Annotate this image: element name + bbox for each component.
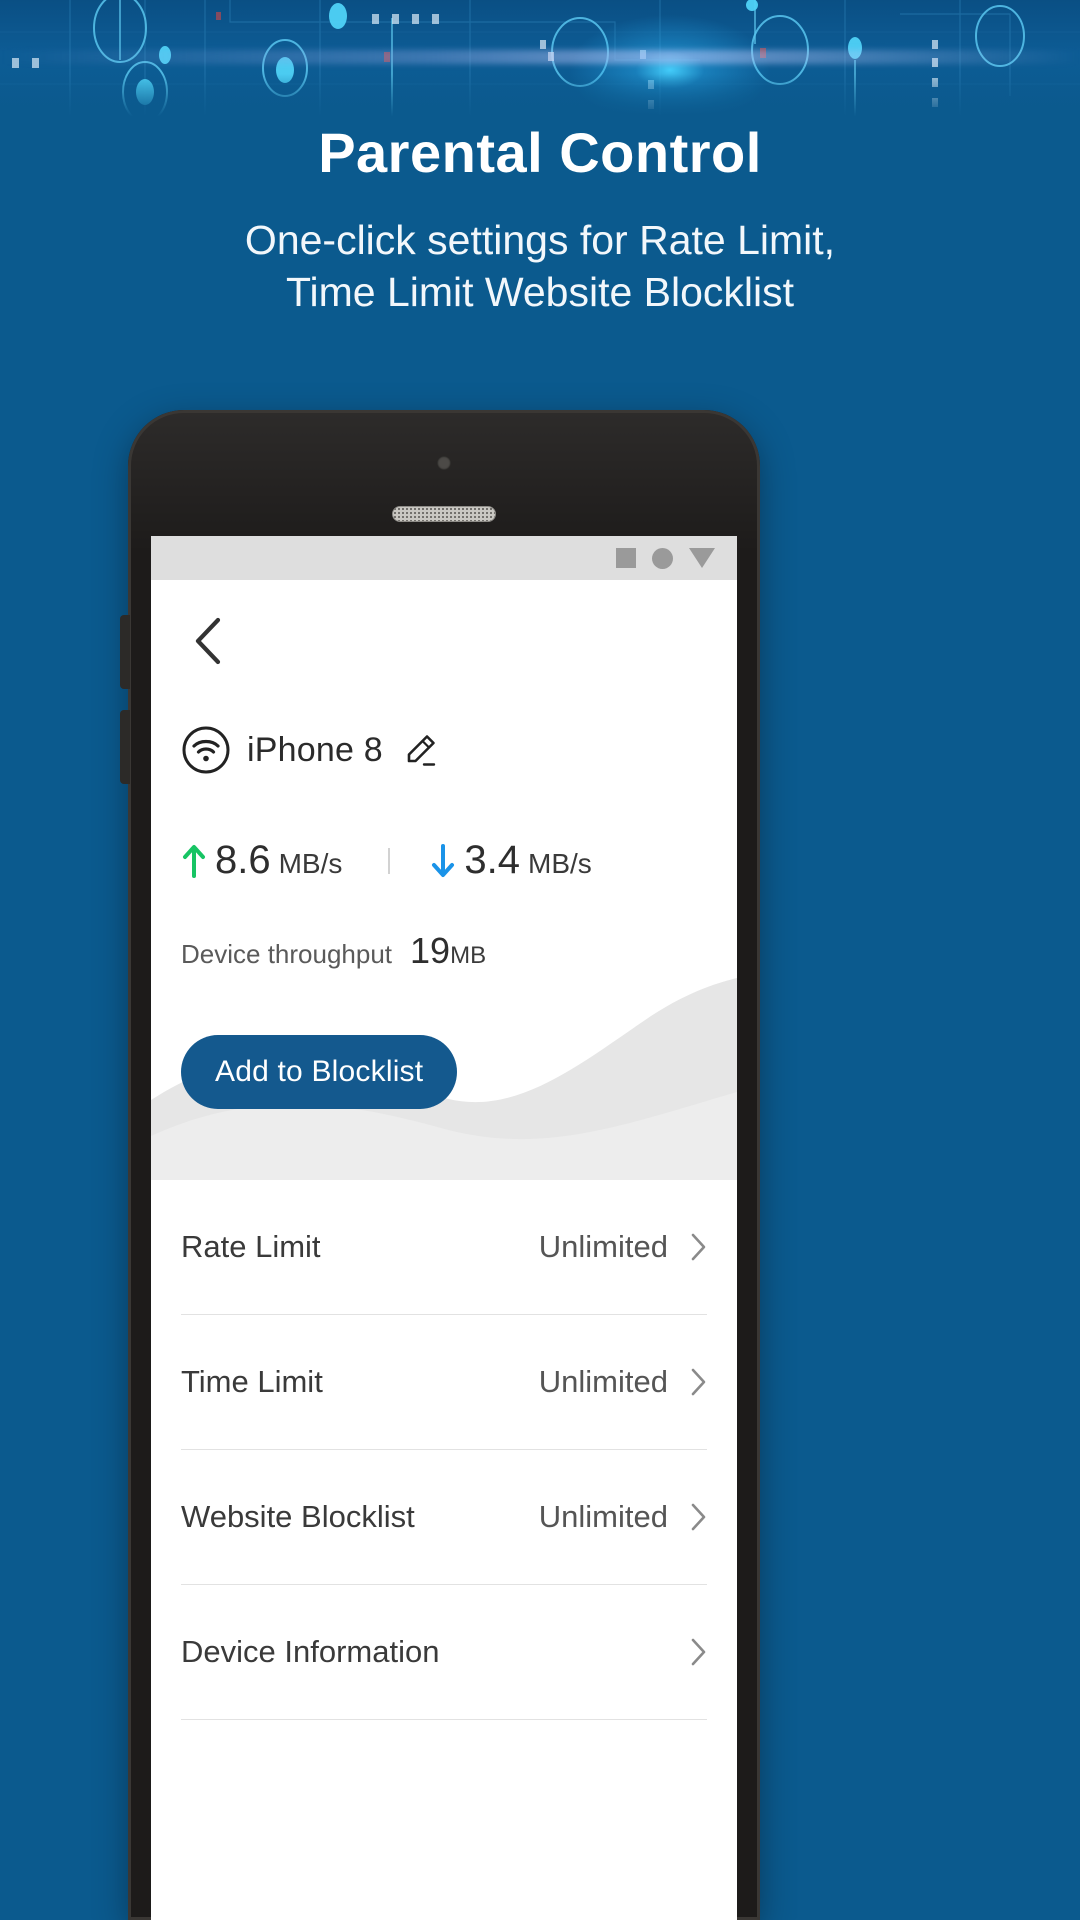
promo-headings: Parental Control One-click settings for … <box>0 122 1080 319</box>
row-label: Device Information <box>181 1634 440 1669</box>
upload-speed-unit: MB/s <box>278 848 343 879</box>
phone-mockup: iPhone 8 8.6 MB/s 3.4 MB/s Device throug… <box>120 410 760 1920</box>
settings-row-website-blocklist[interactable]: Website Blocklist Unlimited <box>181 1450 707 1585</box>
pencil-icon[interactable] <box>403 733 437 767</box>
row-label: Rate Limit <box>181 1229 321 1264</box>
page-title: Parental Control <box>318 121 762 184</box>
device-throughput-row: Device throughput 19 MB <box>181 930 486 972</box>
device-name-row[interactable]: iPhone 8 <box>181 725 437 775</box>
settings-row-time-limit[interactable]: Time Limit Unlimited <box>181 1315 707 1450</box>
chevron-right-icon <box>691 1233 706 1261</box>
chevron-right-icon <box>691 1503 706 1531</box>
throughput-unit: MB <box>450 942 487 969</box>
volume-up-button[interactable] <box>120 615 130 689</box>
row-value: Unlimited <box>538 1364 668 1399</box>
subtitle-line-1: One-click settings for Rate Limit, <box>244 216 836 263</box>
download-speed-value: 3.4 <box>464 838 520 882</box>
device-hero-card: iPhone 8 8.6 MB/s 3.4 MB/s Device throug… <box>151 580 737 1180</box>
chevron-right-icon <box>691 1368 706 1396</box>
volume-down-button[interactable] <box>120 710 130 784</box>
chevron-right-icon <box>691 1638 706 1666</box>
speed-stats-row: 8.6 MB/s 3.4 MB/s <box>181 838 701 883</box>
settings-list: Rate Limit Unlimited Time Limit Unlimite… <box>151 1180 737 1720</box>
throughput-value: 19 <box>410 930 451 971</box>
upload-speed-value: 8.6 <box>215 838 271 882</box>
row-label: Time Limit <box>181 1364 323 1399</box>
subtitle-line-2: Time Limit Website Blocklist <box>285 269 795 316</box>
page-subtitle: One-click settings for Rate Limit, Time … <box>0 214 1080 319</box>
earpiece-speaker <box>392 506 496 522</box>
row-value: Unlimited <box>538 1229 668 1264</box>
arrow-down-icon <box>432 843 455 877</box>
front-camera-icon <box>437 456 451 470</box>
arrow-up-icon <box>183 844 205 878</box>
settings-row-device-information[interactable]: Device Information <box>181 1585 707 1720</box>
settings-row-rate-limit[interactable]: Rate Limit Unlimited <box>181 1180 707 1315</box>
circle-icon <box>652 547 673 569</box>
wifi-circle-icon <box>182 726 230 774</box>
download-speed: 3.4 MB/s <box>430 838 592 883</box>
back-button[interactable] <box>181 614 235 668</box>
row-value: Unlimited <box>538 1499 668 1534</box>
throughput-label: Device throughput <box>181 939 393 969</box>
status-bar <box>151 536 737 580</box>
tech-banner <box>0 0 1080 120</box>
row-label: Website Blocklist <box>181 1499 415 1534</box>
download-speed-unit: MB/s <box>528 848 592 879</box>
add-to-blocklist-button[interactable]: Add to Blocklist <box>181 1035 458 1109</box>
banner-fade <box>0 74 1080 120</box>
speed-divider <box>388 847 391 874</box>
chevron-left-icon <box>195 617 221 665</box>
triangle-down-icon <box>689 548 715 568</box>
upload-speed: 8.6 MB/s <box>181 838 342 883</box>
device-name: iPhone 8 <box>247 730 383 769</box>
banner-light-band <box>0 50 1080 64</box>
square-icon <box>616 548 636 568</box>
phone-screen: iPhone 8 8.6 MB/s 3.4 MB/s Device throug… <box>151 536 737 1920</box>
